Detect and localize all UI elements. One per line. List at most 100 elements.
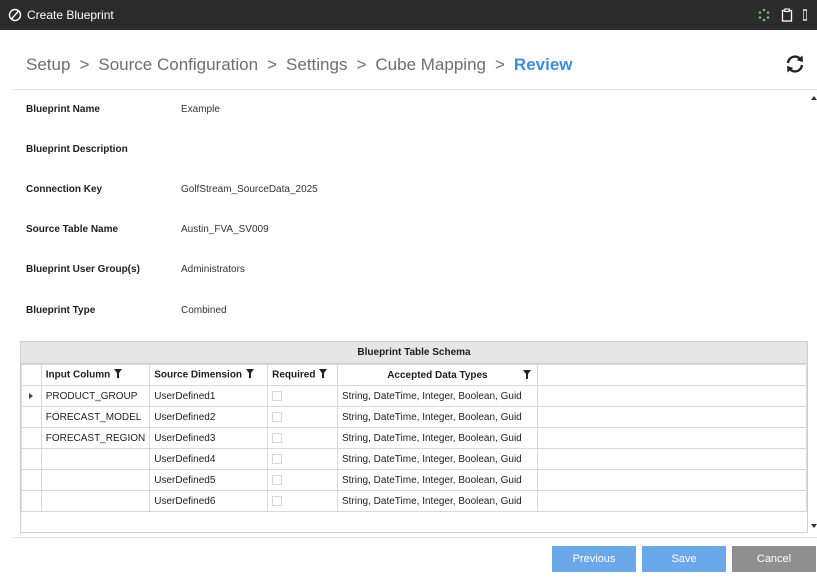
step-review[interactable]: Review — [514, 55, 573, 75]
cell-source-dimension[interactable]: UserDefined6 — [149, 490, 269, 512]
field-label: Blueprint Name — [26, 103, 100, 115]
cell-input-column[interactable] — [40, 490, 151, 512]
cell-required — [267, 385, 338, 407]
field-connection-key: Connection Key GolfStream_SourceData_202… — [26, 181, 318, 197]
schema-grid: Input Column Source Dimension Required A… — [21, 364, 808, 512]
schema-title: Blueprint Table Schema — [21, 342, 807, 364]
window-title: Create Blueprint — [27, 8, 114, 22]
empty-header-cell — [536, 364, 808, 386]
filter-icon[interactable] — [114, 369, 123, 381]
filter-icon[interactable] — [522, 370, 531, 382]
review-content: Blueprint Name Example Blueprint Descrip… — [20, 93, 810, 533]
cell-source-dimension[interactable]: UserDefined1 — [149, 385, 269, 407]
table-row[interactable]: FORECAST_REGION UserDefined3 String, Dat… — [21, 427, 808, 449]
row-indicator — [21, 469, 42, 491]
empty-cell — [536, 406, 808, 428]
table-row[interactable]: FORECAST_MODEL UserDefined2 String, Date… — [21, 406, 808, 428]
field-blueprint-description: Blueprint Description — [26, 141, 181, 157]
blueprint-table-schema: Blueprint Table Schema Input Column Sour… — [20, 341, 808, 533]
field-blueprint-user-groups: Blueprint User Group(s) Administrators — [26, 261, 245, 277]
window-edge-icon[interactable] — [803, 9, 807, 21]
cancel-button[interactable]: Cancel — [732, 546, 816, 572]
field-source-table-name: Source Table Name Austin_FVA_SV009 — [26, 221, 269, 237]
scroll-down-arrow-icon[interactable] — [811, 524, 817, 528]
field-value: Austin_FVA_SV009 — [181, 223, 269, 235]
cell-source-dimension[interactable]: UserDefined3 — [149, 427, 269, 449]
grid-header-row: Input Column Source Dimension Required A… — [21, 364, 808, 386]
cell-input-column[interactable]: PRODUCT_GROUP — [40, 385, 151, 407]
cell-input-column[interactable]: FORECAST_MODEL — [40, 406, 151, 428]
cell-source-dimension[interactable]: UserDefined5 — [149, 469, 269, 491]
cell-accepted-data-types: String, DateTime, Integer, Boolean, Guid — [337, 427, 538, 449]
table-row[interactable]: PRODUCT_GROUP UserDefined1 String, DateT… — [21, 385, 808, 407]
cell-accepted-data-types: String, DateTime, Integer, Boolean, Guid — [337, 448, 538, 470]
field-label: Source Table Name — [26, 223, 119, 235]
row-indicator — [21, 385, 42, 407]
field-value: Administrators — [181, 263, 245, 275]
required-checkbox[interactable] — [272, 453, 283, 464]
previous-button[interactable]: Previous — [552, 546, 636, 572]
table-row[interactable]: UserDefined5 String, DateTime, Integer, … — [21, 469, 808, 491]
current-row-arrow-icon — [29, 392, 34, 399]
scroll-up-arrow-icon[interactable] — [811, 96, 817, 100]
cell-required — [267, 469, 338, 491]
chevron-right-icon: > — [356, 54, 367, 74]
column-header-required[interactable]: Required — [267, 364, 338, 386]
cell-accepted-data-types: String, DateTime, Integer, Boolean, Guid — [337, 406, 538, 428]
step-settings[interactable]: Settings — [286, 55, 347, 75]
cell-accepted-data-types: String, DateTime, Integer, Boolean, Guid — [337, 469, 538, 491]
required-checkbox[interactable] — [272, 495, 283, 506]
required-checkbox[interactable] — [272, 474, 283, 485]
field-label: Blueprint Description — [26, 143, 128, 155]
column-header-label: Input Column — [45, 369, 111, 381]
cell-input-column[interactable]: FORECAST_REGION — [40, 427, 151, 449]
field-label: Blueprint User Group(s) — [26, 263, 140, 275]
chevron-right-icon: > — [267, 54, 278, 74]
row-indicator — [21, 406, 42, 428]
content-scrollbar[interactable] — [810, 96, 817, 528]
filter-icon[interactable] — [319, 369, 328, 381]
wizard-breadcrumb: Setup > Source Configuration > Settings … — [12, 40, 817, 90]
field-value: Combined — [181, 304, 227, 316]
step-source-configuration[interactable]: Source Configuration — [98, 55, 258, 75]
save-button[interactable]: Save — [642, 546, 726, 572]
cell-source-dimension[interactable]: UserDefined2 — [149, 406, 269, 428]
step-setup[interactable]: Setup — [26, 55, 70, 75]
empty-cell — [536, 385, 808, 407]
row-indicator — [21, 490, 42, 512]
empty-cell — [536, 469, 808, 491]
cell-input-column[interactable] — [40, 469, 151, 491]
chevron-right-icon: > — [494, 54, 505, 74]
empty-cell — [536, 490, 808, 512]
table-row[interactable]: UserDefined4 String, DateTime, Integer, … — [21, 448, 808, 470]
cell-required — [267, 427, 338, 449]
wizard-footer: Previous Save Cancel — [12, 537, 817, 577]
required-checkbox[interactable] — [272, 390, 283, 401]
cell-source-dimension[interactable]: UserDefined4 — [149, 448, 269, 470]
window-titlebar: Create Blueprint — [0, 0, 817, 30]
row-indicator — [21, 448, 42, 470]
app-logo-icon — [8, 8, 22, 22]
cell-required — [267, 448, 338, 470]
column-header-accepted-data-types[interactable]: Accepted Data Types — [337, 364, 538, 386]
cell-accepted-data-types: String, DateTime, Integer, Boolean, Guid — [337, 385, 538, 407]
required-checkbox[interactable] — [272, 432, 283, 443]
step-cube-mapping[interactable]: Cube Mapping — [375, 55, 486, 75]
filter-icon[interactable] — [246, 369, 255, 381]
column-header-input-column[interactable]: Input Column — [40, 364, 151, 386]
refresh-icon[interactable] — [783, 52, 807, 76]
loading-spinner-icon — [757, 8, 771, 22]
cell-required — [267, 406, 338, 428]
cell-accepted-data-types: String, DateTime, Integer, Boolean, Guid — [337, 490, 538, 512]
cell-input-column[interactable] — [40, 448, 151, 470]
field-label: Blueprint Type — [26, 304, 96, 316]
clipboard-icon[interactable] — [781, 8, 793, 22]
column-header-source-dimension[interactable]: Source Dimension — [149, 364, 269, 386]
field-blueprint-name: Blueprint Name Example — [26, 101, 220, 117]
column-header-label: Accepted Data Types — [387, 369, 488, 381]
column-header-label: Source Dimension — [154, 369, 243, 381]
table-row[interactable]: UserDefined6 String, DateTime, Integer, … — [21, 490, 808, 512]
row-indicator — [21, 427, 42, 449]
row-indicator-header — [21, 364, 42, 386]
required-checkbox[interactable] — [272, 411, 283, 422]
